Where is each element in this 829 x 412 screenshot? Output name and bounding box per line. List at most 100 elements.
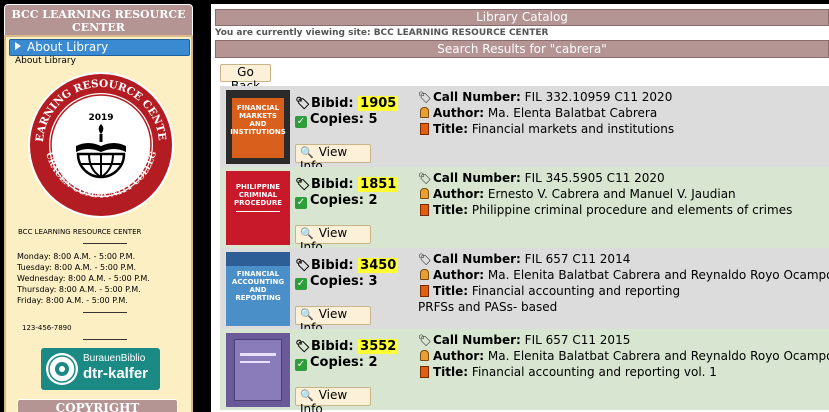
person-icon: [420, 350, 429, 361]
title-value: Financial markets and institutions: [471, 122, 675, 136]
burauen-biblio-badge[interactable]: BurauenBiblio dtr-kalfer: [41, 348, 160, 390]
title: Title: Philippine criminal procedure and…: [418, 203, 792, 217]
current-site-text: You are currently viewing site: BCC LEAR…: [215, 28, 549, 38]
cover-title: PHILIPPINE CRIMINAL PROCEDURE: [233, 183, 283, 207]
hours-monday: Monday: 8:00 A.M. - 5:00 P.M.: [17, 252, 136, 261]
view-info-button[interactable]: 🔍 View Info: [295, 306, 371, 335]
cover-title: FINANCIAL ACCOUNTING AND REPORTING: [231, 270, 285, 302]
divider: [83, 339, 127, 340]
title: Title: Financial accounting and reportin…: [418, 365, 717, 379]
tag-icon: 🏷: [295, 177, 311, 191]
hours-thursday: Thursday: 8:00 A.M. - 5:00 P.M.: [17, 285, 141, 294]
bibid-value: 1905: [358, 96, 399, 111]
biblio-system: dtr-kalfer: [83, 365, 149, 382]
go-back-button[interactable]: Go Back: [220, 64, 271, 93]
result-row: PHILIPPINE CRIMINAL PROCEDURE 🏷Bibid: 18…: [220, 167, 829, 254]
checkmark-icon: ✓: [295, 359, 307, 371]
view-info-button[interactable]: 🔍 View Info: [295, 225, 371, 254]
author-value: Ma. Elenita Balatbat Cabrera and Reynald…: [487, 349, 829, 363]
checkmark-icon: ✓: [295, 197, 307, 209]
call-number-label: Call Number:: [433, 90, 521, 104]
call-number: 🏷Call Number: FIL 345.5905 C11 2020: [418, 171, 665, 185]
copies: ✓ Copies: 5: [295, 112, 378, 128]
copies-value: 2: [368, 355, 378, 370]
tag-icon: 🏷: [418, 253, 432, 266]
copies-value: 2: [368, 193, 378, 208]
phone-number: 123-456-7890: [22, 324, 72, 332]
book-cover[interactable]: PHILIPPINE CRIMINAL PROCEDURE: [226, 171, 290, 245]
book-cover[interactable]: FINANCIAL MARKETS AND INSTITUTIONS: [226, 90, 290, 164]
biblio-name: BurauenBiblio: [83, 353, 146, 364]
author-value: Ernesto V. Cabrera and Manuel V. Jaudian: [487, 187, 736, 201]
author: Author: Ernesto V. Cabrera and Manuel V.…: [418, 187, 736, 201]
hours-tuesday: Tuesday: 8:00 A.M. - 5:00 P.M.: [17, 263, 137, 272]
book-cover[interactable]: FINANCIAL ACCOUNTING AND REPORTING: [226, 252, 290, 326]
bibid-label: Bibid:: [311, 96, 354, 111]
app-root: BCC LEARNING RESOURCE CENTER About Libra…: [0, 0, 829, 412]
hours-wednesday: Wednesday: 8:00 A.M. - 5:00 P.M.: [17, 274, 150, 283]
hours-friday: Friday: 8:00 A.M. - 5:00 P.M.: [17, 296, 128, 305]
title-label: Title:: [433, 203, 469, 217]
about-library-tab[interactable]: About Library: [9, 39, 190, 56]
sidebar-title: BCC LEARNING RESOURCE CENTER: [4, 4, 193, 36]
tag-icon: 🏷: [295, 96, 311, 110]
tag-icon: 🏷: [418, 334, 432, 347]
title-label: Title:: [433, 122, 469, 136]
view-info-button[interactable]: 🔍 View Info: [295, 387, 371, 412]
call-number: 🏷Call Number: FIL 657 C11 2014: [418, 252, 630, 266]
copyright-header: COPYRIGHT: [17, 399, 178, 412]
title-value: Financial accounting and reporting vol. …: [471, 365, 717, 379]
view-info-button[interactable]: 🔍 View Info: [295, 144, 371, 173]
bibid-label: Bibid:: [311, 258, 354, 273]
author-label: Author:: [433, 187, 485, 201]
tag-icon: 🏷: [418, 91, 432, 104]
checkmark-icon: ✓: [295, 278, 307, 290]
sidebar-panel: About Library About Library LEARNING RES…: [4, 35, 193, 412]
main-content: Library Catalog You are currently viewin…: [211, 4, 829, 412]
tag-icon: 🏷: [418, 172, 432, 185]
author-label: Author:: [433, 106, 485, 120]
title-value: Philippine criminal procedure and elemen…: [471, 203, 793, 217]
bibid: 🏷Bibid: 3552: [295, 339, 399, 354]
author: Author: Ma. Elenita Balatbat Cabrera and…: [418, 349, 829, 363]
bibid-label: Bibid:: [311, 177, 354, 192]
copies: ✓ Copies: 2: [295, 355, 378, 371]
result-row: 🏷Bibid: 3552 ✓ Copies: 2 🔍 View Info 🏷Call…: [220, 329, 829, 412]
college-seal-icon: [46, 353, 78, 385]
person-icon: [420, 269, 429, 280]
checkmark-icon: ✓: [295, 116, 307, 128]
copies-value: 5: [368, 112, 378, 127]
magnifier-icon: 🔍: [300, 227, 314, 240]
bibid: 🏷Bibid: 1851: [295, 177, 399, 192]
book-cover[interactable]: [226, 333, 290, 407]
author-label: Author:: [433, 349, 485, 363]
bibid-value: 3450: [358, 258, 399, 273]
book-icon: [420, 366, 429, 378]
title: Title: Financial accounting and reportin…: [418, 284, 680, 298]
author: Author: Ma. Elenta Balatbat Cabrera: [418, 106, 657, 120]
magnifier-icon: 🔍: [300, 389, 314, 402]
call-number-label: Call Number:: [433, 333, 521, 347]
author-value: Ma. Elenita Balatbat Cabrera and Reynald…: [487, 268, 829, 282]
copies-label: Copies:: [310, 193, 364, 208]
bibid-label: Bibid:: [311, 339, 354, 354]
search-results-bar: Search Results for "cabrera": [215, 40, 829, 58]
subtitle: PRFSs and PASs- based: [418, 300, 558, 314]
divider: [83, 243, 127, 244]
catalog-title-bar: Library Catalog: [215, 9, 829, 26]
lrc-logo: LEARNING RESOURCE CENTER BURAUEN COMMUNI…: [26, 70, 174, 218]
copies-label: Copies:: [310, 355, 364, 370]
call-number: 🏷Call Number: FIL 657 C11 2015: [418, 333, 630, 347]
result-row: FINANCIAL ACCOUNTING AND REPORTING 🏷 Bibi…: [220, 248, 829, 335]
triangle-right-icon: [15, 42, 21, 50]
magnifier-icon: 🔍: [300, 308, 314, 321]
copies-value: 3: [368, 274, 378, 289]
call-number-label: Call Number:: [433, 171, 521, 185]
bibid: 🏷Bibid: 1905: [295, 96, 399, 111]
copies-label: Copies:: [310, 112, 364, 127]
sidebar: BCC LEARNING RESOURCE CENTER About Libra…: [0, 0, 197, 412]
copies: ✓ Copies: 3: [295, 274, 378, 290]
about-library-link[interactable]: About Library: [15, 56, 76, 66]
title: Title: Financial markets and institution…: [418, 122, 674, 136]
logo-year: 2019: [88, 113, 113, 123]
